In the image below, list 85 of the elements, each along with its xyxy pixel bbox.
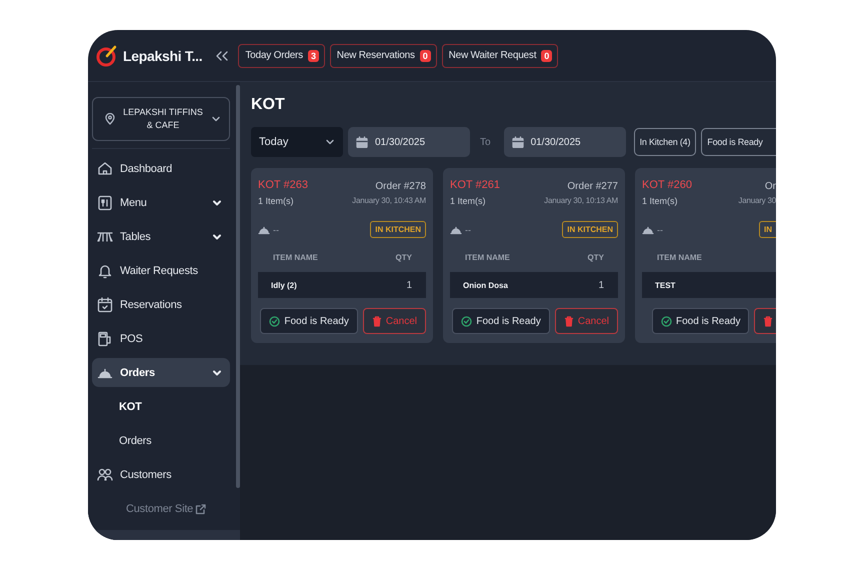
check-circle-icon — [269, 316, 280, 326]
kot-number: KOT #260 — [642, 179, 692, 191]
table-label: -- — [657, 224, 663, 234]
item-count: 1 Item(s) — [258, 196, 295, 206]
status-filter-button[interactable]: In Kitchen (4) — [634, 128, 696, 156]
location-pin-icon — [105, 113, 115, 125]
column-header: ITEM NAME — [273, 252, 318, 262]
chevron-down-icon — [211, 114, 221, 124]
trash-icon — [763, 316, 774, 326]
table-cell: 1 — [598, 280, 604, 290]
sidebar-item[interactable]: Dashboard — [92, 154, 230, 183]
chevron-down-icon — [212, 368, 222, 378]
calendar-icon — [97, 296, 113, 312]
menu-card-icon — [97, 194, 113, 210]
column-header: ITEM NAME — [657, 252, 702, 262]
bell-icon — [97, 262, 113, 278]
count-badge: 0 — [541, 50, 552, 62]
order-time: January 30, 10:13 AM — [544, 196, 618, 205]
count-badge: 0 — [420, 50, 431, 62]
brand-name: Lepakshi T... — [123, 48, 202, 64]
sidebar-item[interactable]: Menu — [92, 188, 230, 217]
submenu-item[interactable]: Orders — [92, 426, 230, 455]
item-count: 1 Item(s) — [450, 196, 487, 206]
table-cell: Idly (2) — [271, 280, 297, 290]
status-filter-button[interactable]: Food is Ready — [701, 128, 776, 156]
table-cell: Onion Dosa — [463, 280, 508, 290]
house-icon — [97, 160, 113, 176]
sidebar-item[interactable]: Orders — [92, 358, 230, 387]
to-label: To — [479, 136, 492, 148]
period-dropdown[interactable]: Today — [251, 127, 343, 157]
notification-button[interactable]: New Reservations 0 — [330, 44, 437, 68]
sidebar-item[interactable]: Customers — [92, 460, 230, 489]
chevron-down-icon — [212, 198, 222, 208]
chevron-down-icon — [325, 137, 335, 147]
status-badge: IN KITCHEN — [370, 221, 426, 238]
cloche-icon — [450, 224, 462, 235]
chevron-down-icon — [212, 232, 222, 242]
kot-number: KOT #261 — [450, 179, 500, 191]
external-link-icon — [195, 504, 206, 514]
pos-terminal-icon — [97, 330, 113, 346]
collapse-icon[interactable] — [215, 50, 230, 62]
sidebar-item[interactable]: Reservations — [92, 290, 230, 319]
food-ready-button[interactable]: Food is Ready — [452, 308, 550, 334]
calendar-icon — [356, 136, 368, 148]
location-selector[interactable]: LEPAKSHI TIFFINS & CAFE — [92, 97, 230, 141]
order-number: Order #278 — [374, 181, 426, 192]
sidebar-item[interactable]: POS — [92, 324, 230, 353]
order-time: January 30, 10:43 AM — [352, 196, 426, 205]
trash-icon — [372, 316, 382, 326]
sidebar-item[interactable]: Tables — [92, 222, 230, 251]
scrollbar-thumb[interactable] — [236, 85, 240, 488]
cloche-icon — [642, 224, 654, 235]
order-number: Or — [764, 181, 776, 192]
submenu-item[interactable]: KOT — [92, 392, 230, 421]
order-time: January 30 — [738, 196, 776, 205]
column-header: QTY — [396, 252, 412, 262]
food-ready-button[interactable]: Food is Ready — [652, 308, 750, 334]
page-title: KOT — [251, 96, 286, 115]
table-cell: TEST — [655, 280, 676, 290]
customer-site-link[interactable]: Customer Site — [126, 503, 206, 515]
notification-button[interactable]: Today Orders 3 — [238, 44, 325, 68]
date-field[interactable]: 01/30/2025 — [348, 127, 470, 157]
item-count: 1 Item(s) — [642, 196, 679, 206]
count-badge: 3 — [308, 50, 319, 62]
table-cell: 1 — [406, 280, 412, 290]
status-badge: IN KITCHEN — [562, 221, 618, 238]
table-label: -- — [465, 224, 471, 234]
cancel-button[interactable] — [754, 308, 776, 334]
calendar-icon — [512, 136, 524, 148]
column-header: ITEM NAME — [465, 252, 510, 262]
logo-icon — [96, 44, 118, 66]
food-ready-button[interactable]: Food is Ready — [260, 308, 358, 334]
people-icon — [97, 466, 113, 482]
date-field[interactable]: 01/30/2025 — [504, 127, 626, 157]
check-circle-icon — [661, 316, 672, 326]
table-label: -- — [273, 224, 279, 234]
check-circle-icon — [461, 316, 472, 326]
trash-icon — [564, 316, 574, 326]
cloche-icon — [258, 224, 270, 235]
status-badge: IN — [759, 221, 776, 238]
order-number: Order #277 — [566, 181, 618, 192]
sidebar-item[interactable]: Waiter Requests — [92, 256, 230, 285]
column-header: QTY — [588, 252, 604, 262]
kot-number: KOT #263 — [258, 179, 308, 191]
notification-button[interactable]: New Waiter Request 0 — [442, 44, 558, 68]
